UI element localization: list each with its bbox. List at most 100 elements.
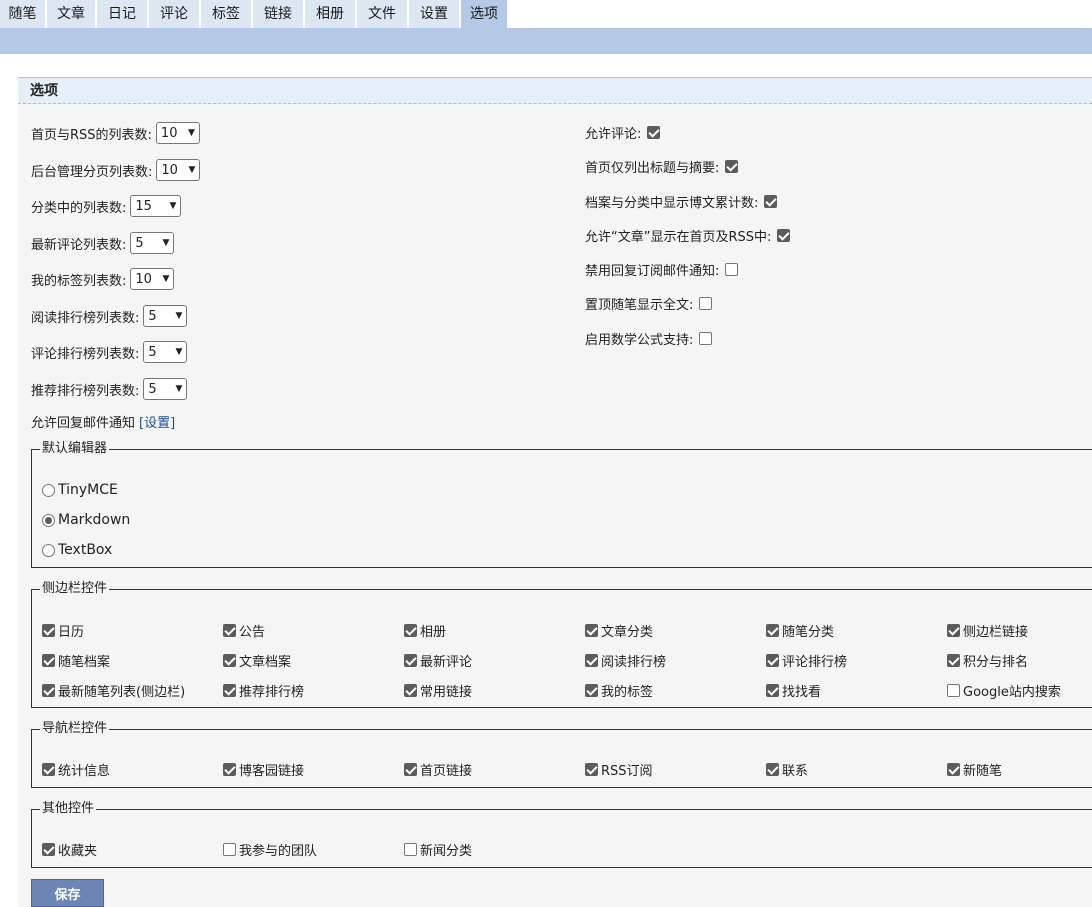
checkbox[interactable] xyxy=(42,623,55,637)
other-control-news-categories[interactable]: 新闻分类 xyxy=(404,839,585,859)
navbar-control-stats[interactable]: 统计信息 xyxy=(42,759,223,779)
disable-reply-mail-checkbox[interactable] xyxy=(725,262,739,276)
comment-rank-count-select[interactable]: 5 ▼ xyxy=(143,341,188,363)
checkbox-label: 找找看 xyxy=(782,684,822,700)
checkbox[interactable] xyxy=(766,653,779,667)
checkbox[interactable] xyxy=(585,683,598,697)
checkbox[interactable] xyxy=(223,653,236,667)
checkbox-label: 阅读排行榜 xyxy=(601,654,667,670)
tab-posts[interactable]: 随笔 xyxy=(0,0,47,28)
tab-links[interactable]: 链接 xyxy=(253,0,305,28)
chevron-down-icon: ▼ xyxy=(175,347,183,357)
tab-files[interactable]: 文件 xyxy=(357,0,409,28)
sidebar-control-comment-rank[interactable]: 评论排行榜 xyxy=(766,650,947,670)
checkbox[interactable] xyxy=(404,653,417,667)
sidebar-control-common-links[interactable]: 常用链接 xyxy=(404,680,585,700)
sidebar-controls-fieldset: 侧边栏控件 日历 公告 相册 文章分类 随笔分类 侧边栏链接 随笔档案 文章档案… xyxy=(31,582,1092,708)
checkbox[interactable] xyxy=(947,623,960,637)
checkbox[interactable] xyxy=(42,653,55,667)
checkbox[interactable] xyxy=(404,683,417,697)
checkbox[interactable] xyxy=(223,623,236,637)
navbar-control-new-post[interactable]: 新随笔 xyxy=(947,759,1092,779)
checkbox[interactable] xyxy=(947,762,960,776)
sidebar-control-albums[interactable]: 相册 xyxy=(404,620,585,640)
sidebar-control-google-search[interactable]: Google站内搜索 xyxy=(947,680,1092,700)
checkbox[interactable] xyxy=(42,683,55,697)
markdown-radio[interactable] xyxy=(42,513,55,527)
checkbox-label: 博客园链接 xyxy=(239,763,305,779)
tags-count-select[interactable]: 10 ▼ xyxy=(130,268,175,290)
option-label: 允许“文章”显示在首页及RSS中: xyxy=(585,229,772,245)
tab-options[interactable]: 选项 xyxy=(461,0,509,28)
sidebar-control-score-rank[interactable]: 积分与排名 xyxy=(947,650,1092,670)
sidebar-control-recommend-rank[interactable]: 推荐排行榜 xyxy=(223,680,404,700)
tab-albums[interactable]: 相册 xyxy=(305,0,357,28)
tab-diary[interactable]: 日记 xyxy=(97,0,149,28)
other-control-favorites[interactable]: 收藏夹 xyxy=(42,839,223,859)
checkbox-label: 最新评论 xyxy=(420,654,473,670)
top-nav-tabs: 随笔 文章 日记 评论 标签 链接 相册 文件 设置 选项 xyxy=(0,0,509,28)
checkbox[interactable] xyxy=(585,762,598,776)
checkbox[interactable] xyxy=(42,762,55,776)
checkbox[interactable] xyxy=(42,842,55,856)
checkbox[interactable] xyxy=(766,762,779,776)
editor-option-markdown[interactable]: Markdown xyxy=(42,510,130,530)
sidebar-control-article-archive[interactable]: 文章档案 xyxy=(223,650,404,670)
sidebar-control-recent-comments[interactable]: 最新评论 xyxy=(404,650,585,670)
checkbox[interactable] xyxy=(404,842,417,856)
checkbox[interactable] xyxy=(766,683,779,697)
math-support-checkbox[interactable] xyxy=(699,331,713,345)
recommend-rank-count-select[interactable]: 5 ▼ xyxy=(143,378,188,400)
tab-settings[interactable]: 设置 xyxy=(409,0,461,28)
sidebar-control-sidebar-links[interactable]: 侧边栏链接 xyxy=(947,620,1092,640)
articles-on-home-checkbox[interactable] xyxy=(777,228,791,242)
checkbox[interactable] xyxy=(223,762,236,776)
sidebar-control-search[interactable]: 找找看 xyxy=(766,680,947,700)
checkbox[interactable] xyxy=(404,762,417,776)
navbar-control-cnblogs-link[interactable]: 博客园链接 xyxy=(223,759,404,779)
checkbox[interactable] xyxy=(585,623,598,637)
other-control-my-teams[interactable]: 我参与的团队 xyxy=(223,839,404,859)
sidebar-control-post-categories[interactable]: 随笔分类 xyxy=(766,620,947,640)
tab-tags[interactable]: 标签 xyxy=(201,0,253,28)
checkbox[interactable] xyxy=(766,623,779,637)
allow-comments-checkbox[interactable] xyxy=(647,125,661,139)
sidebar-control-calendar[interactable]: 日历 xyxy=(42,620,223,640)
sidebar-control-article-categories[interactable]: 文章分类 xyxy=(585,620,766,640)
textbox-radio[interactable] xyxy=(42,543,55,557)
checkbox[interactable] xyxy=(223,683,236,697)
sidebar-control-post-archive[interactable]: 随笔档案 xyxy=(42,650,223,670)
checkbox-label: 推荐排行榜 xyxy=(239,684,305,700)
sidebar-control-read-rank[interactable]: 阅读排行榜 xyxy=(585,650,766,670)
sidebar-control-recent-posts[interactable]: 最新随笔列表(侧边栏) xyxy=(42,680,223,700)
tab-articles[interactable]: 文章 xyxy=(47,0,97,28)
sidebar-control-notice[interactable]: 公告 xyxy=(223,620,404,640)
checkbox[interactable] xyxy=(947,653,960,667)
navbar-control-rss[interactable]: RSS订阅 xyxy=(585,759,766,779)
sidebar-control-my-tags[interactable]: 我的标签 xyxy=(585,680,766,700)
show-post-count-checkbox[interactable] xyxy=(764,194,778,208)
home-title-summary-checkbox[interactable] xyxy=(725,159,739,173)
select-value: 10 xyxy=(160,125,178,141)
checkbox[interactable] xyxy=(585,653,598,667)
editor-option-tinymce[interactable]: TinyMCE xyxy=(42,480,118,500)
checkbox-label: 新随笔 xyxy=(963,763,1003,779)
option-articles-on-home: 允许“文章”显示在首页及RSS中: xyxy=(585,225,791,245)
read-rank-count-select[interactable]: 5 ▼ xyxy=(143,305,188,327)
reply-mail-settings-link[interactable]: [设置] xyxy=(139,412,175,431)
checkbox[interactable] xyxy=(404,623,417,637)
home-rss-count-select[interactable]: 10 ▼ xyxy=(155,122,200,144)
editor-option-textbox[interactable]: TextBox xyxy=(42,540,112,560)
recent-comments-count-select[interactable]: 5 ▼ xyxy=(130,232,175,254)
tinymce-radio[interactable] xyxy=(42,483,55,497)
checkbox[interactable] xyxy=(223,842,236,856)
save-button[interactable]: 保存 xyxy=(31,879,104,907)
navbar-control-home-link[interactable]: 首页链接 xyxy=(404,759,585,779)
chevron-down-icon: ▼ xyxy=(188,165,196,175)
admin-page-count-select[interactable]: 10 ▼ xyxy=(156,159,201,181)
pinned-full-text-checkbox[interactable] xyxy=(699,296,713,310)
navbar-control-contact[interactable]: 联系 xyxy=(766,759,947,779)
category-count-select[interactable]: 15 ▼ xyxy=(130,195,182,217)
checkbox[interactable] xyxy=(947,683,960,697)
tab-comments[interactable]: 评论 xyxy=(149,0,201,28)
